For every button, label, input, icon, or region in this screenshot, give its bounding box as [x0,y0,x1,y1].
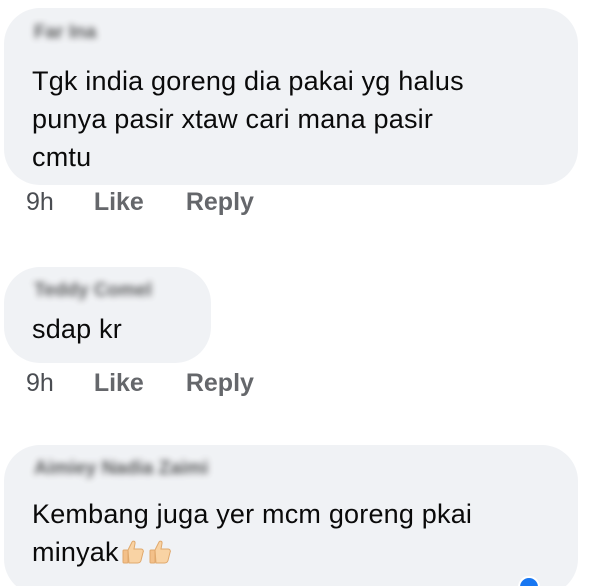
comment-bubble: Aimiey Nadia Zaimi Kembang juga yer mcm … [4,445,578,586]
like-button[interactable]: Like [94,369,144,398]
thumbs-up-icon [122,540,144,564]
reply-button[interactable]: Reply [186,369,254,398]
thumbs-up-icon [149,540,171,564]
comment-actions: 9h Like Reply [26,188,254,217]
comment-bubble: Teddy Comel sdap kr [4,267,211,363]
comment-bubble: Far Ina Tgk india goreng dia pakai yg ha… [4,8,578,185]
reply-button[interactable]: Reply [186,188,254,217]
comment-actions: 9h Like Reply [26,369,254,398]
comment-text-body: Kembang juga yer mcm goreng pkai minyak [32,499,473,567]
comment-timestamp[interactable]: 9h [26,188,54,217]
comment-text: Kembang juga yer mcm goreng pkai minyak [32,495,572,571]
like-button[interactable]: Like [94,188,144,217]
comment-author[interactable]: Aimiey Nadia Zaimi [34,458,208,480]
comment-text: sdap kr [32,314,122,344]
comment-text: Tgk india goreng dia pakai yg halus puny… [32,66,464,172]
comment-author[interactable]: Far Ina [34,22,96,44]
comment-author[interactable]: Teddy Comel [34,280,152,302]
comment-timestamp[interactable]: 9h [26,369,54,398]
comment-thread: Far Ina Tgk india goreng dia pakai yg ha… [0,0,603,586]
